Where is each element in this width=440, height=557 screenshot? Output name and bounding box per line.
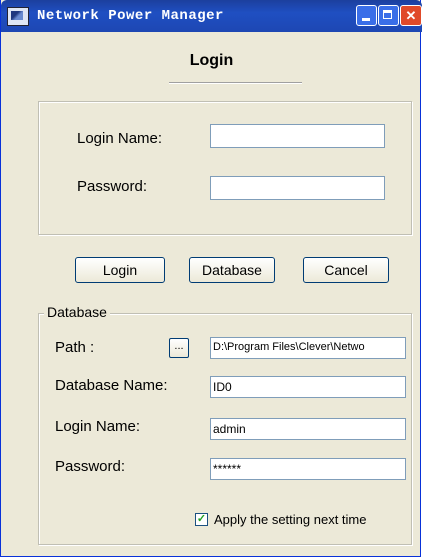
minimize-button[interactable]: [356, 5, 377, 26]
login-window: Network Power Manager ✕ Login Login Name…: [0, 0, 422, 557]
maximize-button[interactable]: [378, 5, 399, 26]
path-input[interactable]: D:\Program Files\Clever\Netwo: [210, 337, 406, 359]
login-group-box: [38, 101, 412, 235]
path-label: Path :: [55, 339, 95, 356]
db-login-name-label: Login Name:: [55, 418, 141, 435]
password-label: Password:: [77, 178, 148, 195]
login-name-label: Login Name:: [77, 130, 163, 147]
password-input[interactable]: [210, 176, 385, 200]
database-group-legend: Database: [44, 304, 110, 320]
browse-button[interactable]: ...: [169, 338, 189, 358]
window-title: Network Power Manager: [37, 8, 224, 24]
app-icon: [7, 7, 29, 26]
database-button[interactable]: Database: [189, 257, 275, 283]
database-name-input[interactable]: ID0: [210, 376, 406, 398]
title-bar[interactable]: Network Power Manager ✕: [1, 0, 422, 32]
page-title: Login: [189, 52, 234, 69]
database-name-label: Database Name:: [55, 377, 168, 394]
close-icon: ✕: [405, 8, 417, 23]
apply-setting-label[interactable]: Apply the setting next time: [214, 512, 366, 527]
db-login-name-input[interactable]: admin: [210, 418, 406, 440]
cancel-button[interactable]: Cancel: [303, 257, 389, 283]
title-divider: [169, 82, 302, 84]
close-button[interactable]: ✕: [400, 5, 422, 26]
db-password-input[interactable]: ******: [210, 458, 406, 480]
apply-setting-checkbox[interactable]: ✓: [195, 513, 208, 526]
db-password-label: Password:: [55, 458, 126, 475]
login-button[interactable]: Login: [75, 257, 165, 283]
checkmark-icon: ✓: [196, 513, 207, 525]
login-name-input[interactable]: [210, 124, 385, 148]
